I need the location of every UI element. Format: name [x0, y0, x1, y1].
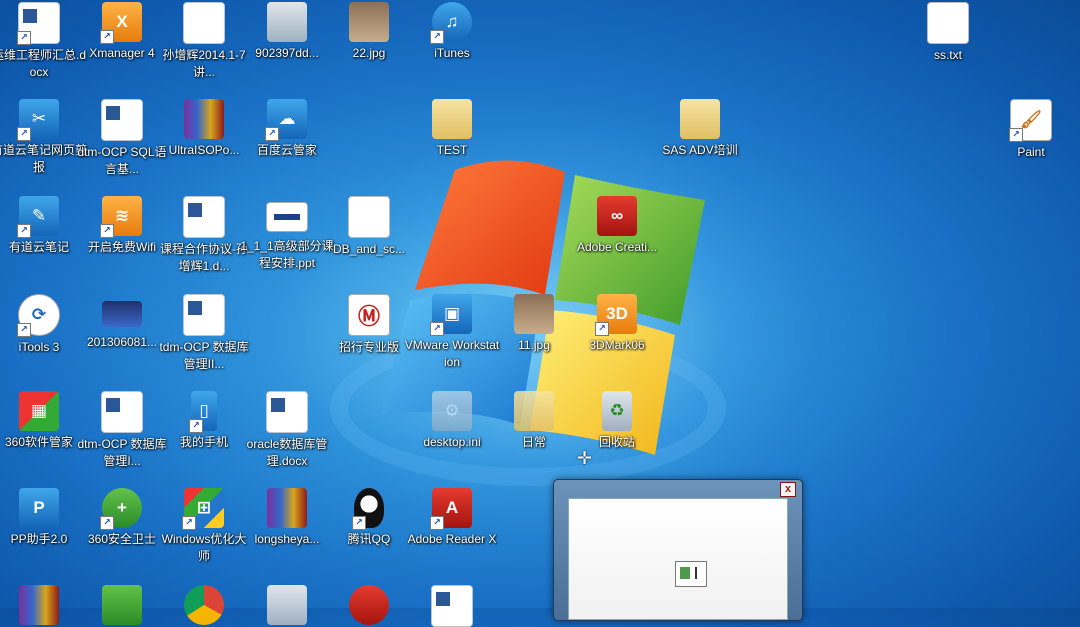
app-icon: [102, 585, 142, 625]
dialog-content: [568, 498, 788, 620]
windows-optimizer-icon: ⊞ ↗: [182, 488, 224, 530]
360-software-icon: ▦: [19, 391, 59, 431]
desktop-icon-label: Paint: [1017, 145, 1045, 159]
desktop-icon-3dmark[interactable]: 3D ↗ 3DMark06: [569, 294, 665, 354]
settings-file-icon: ⚙: [432, 391, 472, 431]
desktop-icon-recycle-bin[interactable]: ♻ 回收站: [569, 391, 665, 451]
desktop-icon-folder[interactable]: TEST: [404, 99, 500, 159]
desktop-icon-folder[interactable]: SAS ADV培训: [652, 99, 748, 159]
word-doc-icon: W: [266, 391, 308, 433]
desktop-icon-word-doc[interactable]: W 课程合作协议-孙增辉1.d...: [156, 196, 252, 275]
desktop-icon-label: 我的手机: [179, 435, 228, 449]
desktop-icon-label: 3DMark06: [589, 338, 645, 352]
pp-assistant-icon: P: [19, 488, 59, 528]
desktop-icon-paint[interactable]: 🖌 ↗ Paint: [983, 99, 1079, 161]
desktop-icon-label: Adobe Reader X: [407, 532, 497, 546]
folder-icon: [514, 391, 554, 431]
wifi-icon: ≋ ↗: [100, 196, 142, 238]
desktop-icon-excel[interactable]: X 孙增辉2014.1-7讲...: [156, 2, 252, 81]
3dmark-icon: 3D ↗: [595, 294, 637, 336]
desktop-icon-windows-optimizer[interactable]: ⊞ ↗ Windows优化大师: [156, 488, 252, 565]
app-icon: [267, 585, 307, 625]
winrar-icon: [184, 99, 224, 139]
xmanager-icon: X ↗: [100, 2, 142, 44]
word-doc-icon: W: [183, 196, 225, 238]
paint-icon: 🖌 ↗: [1009, 99, 1052, 142]
text-file-icon: [348, 196, 390, 238]
desktop-icon-folder[interactable]: 日常: [486, 391, 582, 451]
qq-icon: ↗: [352, 488, 384, 530]
desktop-icon-itunes[interactable]: ♫ ↗ iTunes: [404, 2, 500, 62]
chrome-icon: [184, 585, 224, 625]
itools-icon: ⟳ ↗: [17, 294, 60, 337]
desktop-icon-word-doc[interactable]: W oracle数据库管理.docx: [239, 391, 335, 470]
media-player-icon: [349, 585, 389, 625]
desktop-icon-label: oracle数据库管理.docx: [246, 437, 328, 468]
desktop-icon-label: Windows优化大师: [161, 532, 247, 563]
desktop-icon-partial[interactable]: [156, 585, 252, 625]
desktop-icon-qq[interactable]: ↗ 腾讯QQ: [321, 488, 417, 548]
word-doc-icon: W: [101, 391, 143, 433]
word-doc-icon: W: [183, 294, 225, 336]
word-doc-icon: W ↗: [17, 2, 60, 45]
folder-icon: [432, 99, 472, 139]
close-button[interactable]: x: [780, 482, 796, 497]
desktop-icon-label: UltraISOPo...: [168, 143, 240, 157]
winrar-icon: [19, 585, 59, 625]
vmware-icon: ▣ ↗: [430, 294, 472, 336]
360-security-icon: + ↗: [100, 488, 142, 530]
desktop-icon-label: 招行专业版: [338, 340, 399, 354]
desktop-icon-label: DB_and_sc...: [332, 242, 406, 256]
adobe-cc-icon: ∞: [597, 196, 637, 236]
desktop-icon-adobe-cc[interactable]: ∞ Adobe Creati...: [569, 196, 665, 256]
desktop-icon-label: Adobe Creati...: [576, 240, 658, 254]
desktop-icon-label: SAS ADV培训: [662, 143, 738, 157]
image-icon: [267, 2, 307, 42]
desktop-icon-adobe-reader[interactable]: A ↗ Adobe Reader X: [404, 488, 500, 548]
cmb-icon: Ⓜ: [348, 294, 390, 336]
baidu-cloud-icon: ☁ ↗: [265, 99, 307, 141]
ppt-icon: [266, 202, 308, 232]
youdao-note-icon: ✎ ↗: [17, 196, 59, 238]
desktop-icon-winrar[interactable]: UltraISOPo...: [156, 99, 252, 159]
word-doc-icon: [431, 585, 473, 627]
desktop-icon-baidu-cloud[interactable]: ☁ ↗ 百度云管家: [239, 99, 335, 159]
desktop-icon-file[interactable]: DB_and_sc...: [321, 196, 417, 258]
image-icon: [349, 2, 389, 42]
desktop-icon-cmb[interactable]: Ⓜ 招行专业版: [321, 294, 417, 356]
folder-icon: [680, 99, 720, 139]
desktop-icon-partial[interactable]: [321, 585, 417, 625]
desktop-icon-jpg[interactable]: 22.jpg: [321, 2, 417, 62]
desktop-icon-label: 日常: [521, 435, 546, 449]
desktop-icon-label: 课程合作协议-孙增辉1.d...: [160, 242, 248, 273]
dialog-app-icon: [675, 561, 707, 587]
desktop-icon-label: ss.txt: [933, 48, 962, 62]
desktop-icon-label: tdm-OCP 数据库管理II...: [159, 340, 249, 371]
phone-icon: ▯ ↗: [189, 391, 217, 433]
desktop-icon-label: 22.jpg: [352, 46, 386, 60]
desktop-icon-phone[interactable]: ▯ ↗ 我的手机: [156, 391, 252, 451]
excel-icon: X: [183, 2, 225, 44]
word-doc-icon: W: [101, 99, 143, 141]
winrar-icon: [267, 488, 307, 528]
desktop-icon-jpg[interactable]: 11.jpg: [486, 294, 582, 354]
desktop-icon-partial[interactable]: [404, 585, 500, 627]
adobe-reader-icon: A ↗: [430, 488, 472, 530]
recycle-bin-icon: ♻: [602, 391, 632, 431]
desktop-icon-txt[interactable]: ss.txt: [900, 2, 996, 64]
youdao-clipper-icon: ✂ ↗: [17, 99, 59, 141]
desktop-icon-label: 百度云管家: [256, 143, 317, 157]
small-dialog-window: x: [553, 479, 803, 621]
text-file-icon: [927, 2, 969, 44]
itunes-icon: ♫ ↗: [430, 2, 472, 44]
image-icon: [514, 294, 554, 334]
desktop-icon-label: 孙增辉2014.1-7讲...: [162, 48, 246, 79]
desktop-icon-label: 11.jpg: [518, 338, 550, 352]
desktop-icon-label: iTunes: [434, 46, 470, 60]
mouse-cursor-icon: ✛: [577, 448, 593, 468]
desktop-icon-word-doc[interactable]: W tdm-OCP 数据库管理II...: [156, 294, 252, 373]
image-icon: [102, 301, 142, 327]
desktop-icon-label: 腾讯QQ: [347, 532, 391, 546]
desktop-icon-label: TEST: [436, 143, 468, 157]
